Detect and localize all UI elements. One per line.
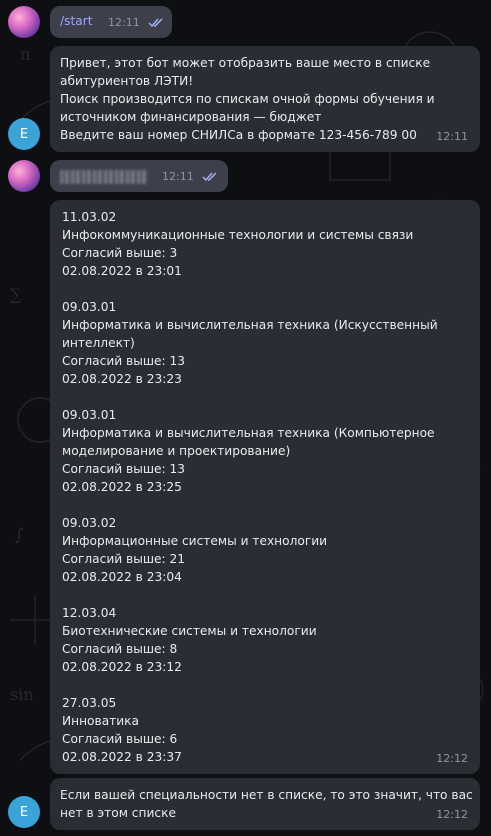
greeting-line: Поиск производится по спискам очной форм… (60, 92, 435, 106)
bot-avatar[interactable]: E (8, 118, 40, 150)
update-date: 02.08.2022 в 23:04 (62, 570, 182, 584)
program-code: 09.03.01 (62, 300, 117, 314)
bot-avatar-letter: E (19, 804, 29, 820)
bot-avatar[interactable]: E (8, 796, 40, 828)
result-block: 09.03.01 Информатика и вычислительная те… (62, 298, 468, 388)
consents-above: Согласий выше: 13 (62, 354, 185, 368)
program-code: 27.03.05 (62, 696, 117, 710)
snils-bubble: 12:11 (50, 160, 228, 192)
result-block: 11.03.02 Инфокоммуникационные технологии… (62, 208, 468, 280)
program-name: Информатика и вычислительная техника (Ис… (62, 318, 438, 332)
redacted-snils (60, 169, 148, 184)
program-name: моделирование и проектирование) (62, 444, 291, 458)
program-code: 12.03.04 (62, 606, 117, 620)
double-check-icon (148, 18, 163, 28)
program-name: Информационные системы и технологии (62, 534, 328, 548)
results-bubble: 11.03.02 Инфокоммуникационные технологии… (50, 200, 480, 774)
message-time: 12:11 (436, 130, 468, 143)
result-block: 27.03.05 Инноватика Согласий выше: 6 02.… (62, 694, 468, 766)
greeting-line: абитуриентов ЛЭТИ! (60, 74, 194, 88)
consents-above: Согласий выше: 3 (62, 246, 178, 260)
note-bubble: Если вашей специальности нет в списке, т… (50, 778, 480, 830)
update-date: 02.08.2022 в 23:37 (62, 750, 182, 764)
program-name: Информатика и вычислительная техника (Ко… (62, 426, 435, 440)
program-name: Инфокоммуникационные технологии и систем… (62, 228, 414, 242)
greeting-line: Привет, этот бот может отобразить ваше м… (60, 56, 431, 70)
result-block: 12.03.04 Биотехнические системы и технол… (62, 604, 468, 676)
result-block: 09.03.02 Информационные системы и технол… (62, 514, 468, 586)
greeting-line: Введите ваш номер СНИЛСа в формате 123-4… (60, 128, 417, 142)
double-check-icon (202, 172, 217, 182)
note-line: нет в этом списке (60, 806, 176, 820)
program-name: Инноватика (62, 714, 140, 728)
result-block: 09.03.01 Информатика и вычислительная те… (62, 406, 468, 496)
program-code: 09.03.01 (62, 408, 117, 422)
greeting-line: источником финансирования — бюджет (60, 110, 322, 124)
message-start-row: /start 12:11 (0, 0, 491, 40)
message-results-row: 11.03.02 Инфокоммуникационные технологии… (0, 200, 491, 774)
update-date: 02.08.2022 в 23:23 (62, 372, 182, 386)
consents-above: Согласий выше: 21 (62, 552, 185, 566)
program-code: 11.03.02 (62, 210, 117, 224)
program-code: 09.03.02 (62, 516, 117, 530)
message-time: 12:11 (162, 170, 194, 183)
bot-avatar-letter: E (19, 126, 29, 142)
consents-above: Согласий выше: 8 (62, 642, 178, 656)
note-line: Если вашей специальности нет в списке, т… (60, 788, 473, 802)
consents-above: Согласий выше: 6 (62, 732, 178, 746)
update-date: 02.08.2022 в 23:01 (62, 264, 182, 278)
program-name: интеллект) (62, 336, 135, 350)
user-avatar[interactable] (8, 6, 40, 38)
program-name: Биотехнические системы и технологии (62, 624, 317, 638)
message-time: 12:12 (436, 808, 468, 821)
update-date: 02.08.2022 в 23:25 (62, 480, 182, 494)
user-avatar[interactable] (8, 160, 40, 192)
message-greeting-row: E Привет, этот бот может отобразить ваше… (0, 46, 491, 152)
message-note-row: E Если вашей специальности нет в списке,… (0, 778, 491, 830)
message-snils-row: 12:11 (0, 158, 491, 194)
consents-above: Согласий выше: 13 (62, 462, 185, 476)
message-time: 12:12 (436, 752, 468, 765)
start-command-text[interactable]: /start (60, 14, 93, 28)
message-time: 12:11 (108, 16, 140, 29)
start-command-bubble: /start 12:11 (50, 6, 172, 38)
greeting-bubble: Привет, этот бот может отобразить ваше м… (50, 46, 480, 152)
update-date: 02.08.2022 в 23:12 (62, 660, 182, 674)
